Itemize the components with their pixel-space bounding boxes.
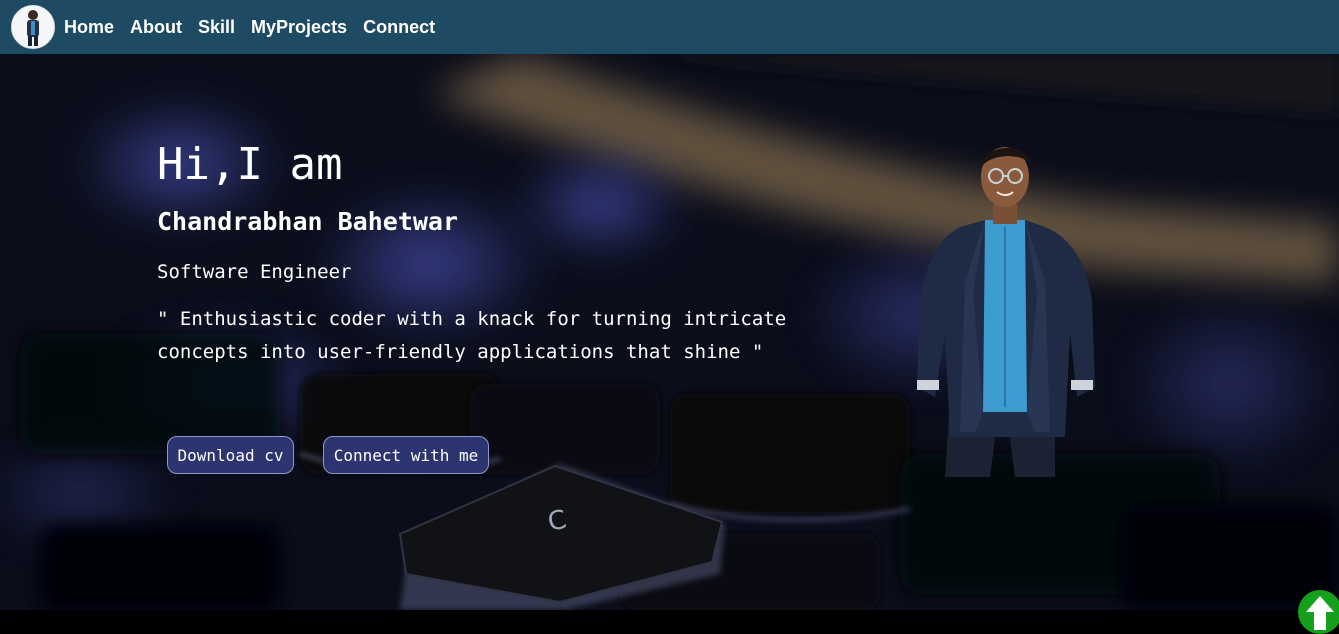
download-cv-button[interactable]: Download cv — [167, 436, 294, 474]
nav-about-link[interactable]: About — [130, 17, 182, 37]
nav-skill-link[interactable]: Skill — [198, 17, 235, 37]
hero-greeting: Hi,I am — [157, 139, 343, 190]
hero-role: Software Engineer — [157, 261, 352, 283]
nav-myprojects-link[interactable]: MyProjects — [251, 17, 347, 37]
avatar-person-icon — [27, 10, 39, 46]
navbar: Home About Skill MyProjects Connect — [0, 0, 1339, 54]
nav-avatar[interactable] — [11, 5, 55, 49]
hero-name: Chandrabhan Bahetwar — [157, 207, 459, 236]
hero-section: C Hi,I am Chandrabhan Bahetwar Software … — [0, 54, 1339, 610]
hero-intro: Hi,I am Chandrabhan Bahetwar Software En… — [157, 139, 847, 369]
footer-bar — [0, 610, 1339, 632]
connect-with-me-button[interactable]: Connect with me — [323, 436, 489, 474]
nav-home-link[interactable]: Home — [64, 17, 114, 37]
arrow-up-icon — [1306, 596, 1334, 630]
scroll-to-top-button[interactable] — [1298, 590, 1339, 634]
hero-tagline: " Enthusiastic coder with a knack for tu… — [157, 308, 787, 363]
nav-connect-link[interactable]: Connect — [363, 17, 435, 37]
profile-photo — [917, 147, 1095, 477]
